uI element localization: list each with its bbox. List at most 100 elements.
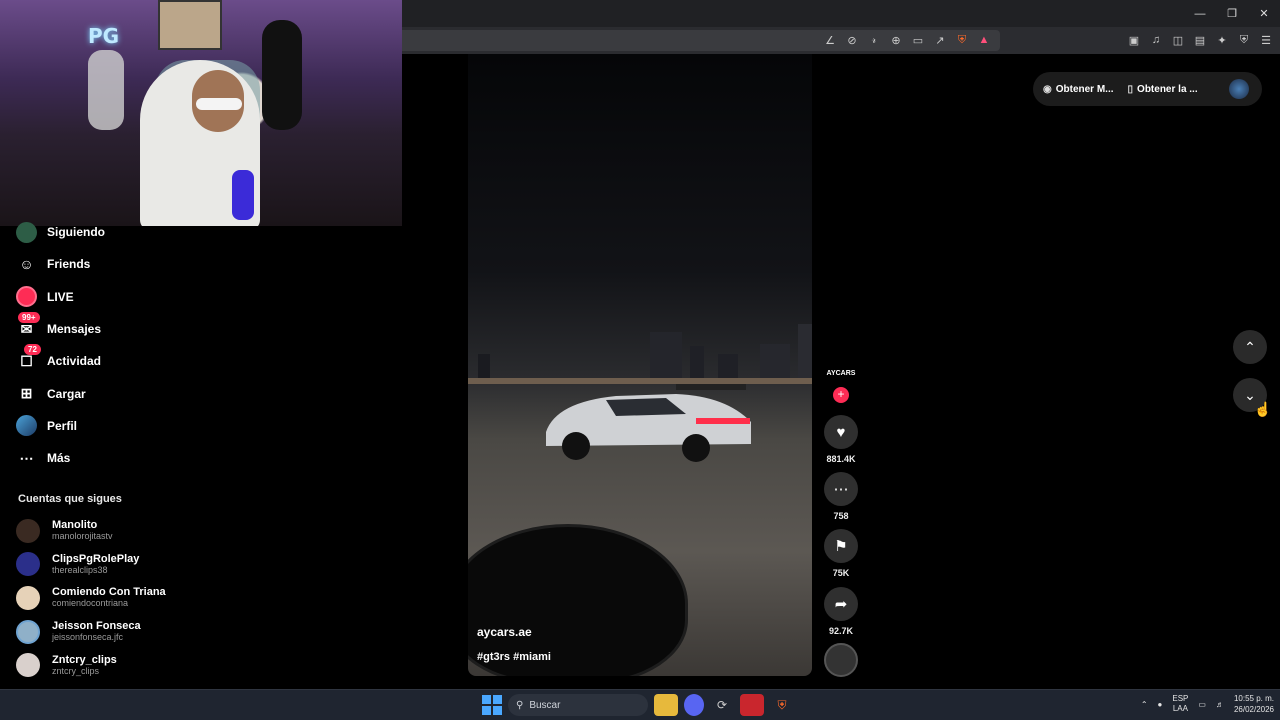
- city-skyline: [468, 324, 812, 384]
- top-actions-bar: ◉ Obtener M... ▯ Obtener la ...: [1033, 72, 1262, 106]
- list-item[interactable]: ClipsPgRolePlay therealclips38: [16, 548, 216, 582]
- date: 26/02/2026: [1233, 705, 1274, 714]
- sunglasses: [196, 98, 242, 110]
- action-rail: AYCARS +: [823, 370, 859, 403]
- nav-item-siguiendo[interactable]: Siguiendo: [16, 216, 186, 248]
- extension-icon-2[interactable]: ⊘: [844, 31, 860, 49]
- menu-icon[interactable]: ☰: [1258, 31, 1274, 49]
- vpn-icon[interactable]: ⛨: [1236, 31, 1252, 49]
- time: 10:55 p. m.: [1233, 694, 1274, 703]
- messages-badge: 99+: [18, 311, 40, 323]
- previous-video-button[interactable]: ⌃: [1233, 330, 1267, 364]
- account-name: Manolito: [52, 519, 98, 532]
- nav-label: Actividad: [47, 354, 102, 369]
- cast-icon[interactable]: ▭: [910, 31, 926, 49]
- file-explorer-icon[interactable]: [654, 694, 678, 716]
- get-app-button[interactable]: ▯ Obtener la ...: [1128, 84, 1198, 95]
- account-name: Comiendo Con Triana: [52, 586, 166, 599]
- activity-badge: 72: [24, 344, 41, 356]
- nav-label: Friends: [47, 257, 91, 272]
- user-avatar[interactable]: [1229, 79, 1249, 99]
- tab-search-icon[interactable]: ▣: [1126, 31, 1142, 49]
- account-name: ClipsPgRolePlay: [52, 552, 140, 565]
- restore-icon[interactable]: ❐: [1216, 0, 1248, 27]
- follow-plus-button[interactable]: +: [833, 387, 849, 403]
- save-count: 75K: [832, 568, 850, 578]
- brave-rewards-icon[interactable]: ▲: [976, 31, 992, 49]
- coin-icon: ◉: [1043, 83, 1052, 95]
- extension-icon-1[interactable]: ∠: [822, 31, 838, 49]
- nav-item-friends[interactable]: ☺ Friends: [16, 248, 186, 280]
- nav-item-actividad[interactable]: ☐ 72 Actividad: [16, 344, 186, 377]
- nav-item-cargar[interactable]: ⊞ Cargar: [16, 377, 186, 409]
- discord-icon[interactable]: [684, 694, 704, 716]
- media-icon[interactable]: ♫: [1148, 31, 1164, 49]
- hand-cursor-icon: ☝: [1254, 401, 1272, 417]
- app-icon-red[interactable]: [740, 694, 764, 716]
- sidebar-icon[interactable]: ◫: [1170, 31, 1186, 49]
- wallet-icon[interactable]: ▤: [1192, 31, 1208, 49]
- close-icon[interactable]: ✕: [1248, 0, 1280, 27]
- lang-code: ESP: [1172, 694, 1189, 703]
- bookmark-icon: ⚑: [824, 529, 858, 563]
- search-placeholder: Buscar: [529, 699, 561, 711]
- nav-label: Mensajes: [47, 322, 102, 337]
- brave-browser-icon[interactable]: ⛨: [770, 694, 794, 716]
- account-name: Jeisson Fonseca: [52, 620, 141, 633]
- nav-label: Perfil: [47, 418, 78, 433]
- nav-item-live[interactable]: LIVE: [16, 281, 186, 313]
- nav-item-mas[interactable]: ⋯ Más: [16, 442, 186, 474]
- minimize-icon[interactable]: —: [1184, 0, 1216, 27]
- chevron-up-tray-icon[interactable]: ⌃: [1141, 700, 1148, 709]
- clock[interactable]: 10:55 p. m. 26/02/2026: [1234, 693, 1274, 715]
- bunny-figure: [262, 20, 302, 130]
- translate-icon[interactable]: 𝓇: [866, 31, 882, 49]
- app-icon[interactable]: ⟳: [710, 694, 734, 716]
- volume-icon[interactable]: ♬: [1216, 700, 1224, 709]
- nav-label: Más: [47, 451, 71, 466]
- comment-icon: ⋯: [824, 472, 858, 506]
- following-icon: [16, 221, 37, 243]
- nav-item-perfil[interactable]: Perfil: [16, 410, 186, 442]
- list-item[interactable]: Comiendo Con Triana comiendocontriana: [16, 581, 216, 615]
- skeleton-figure: [88, 50, 124, 130]
- left-nav: Siguiendo ☺ Friends LIVE ✉ 99+ Mensajes …: [16, 216, 186, 474]
- taskbar-search[interactable]: ⚲ Buscar: [508, 694, 648, 716]
- account-handle: jeissonfonseca.jfc: [52, 632, 124, 643]
- friends-icon: ☺: [19, 256, 34, 273]
- get-coins-button[interactable]: ◉ Obtener M...: [1043, 84, 1114, 95]
- avatar: [16, 552, 40, 577]
- following-section-title: Cuentas que sigues: [18, 493, 122, 505]
- list-item[interactable]: Manolito manolorojitastv: [16, 514, 216, 548]
- language-indicator[interactable]: ESP LAA: [1172, 694, 1188, 714]
- profile-avatar: [16, 415, 37, 437]
- network-icon[interactable]: ▭: [1198, 700, 1206, 709]
- creator-avatar[interactable]: AYCARS: [825, 370, 857, 384]
- save-button[interactable]: ⚑ 75K: [823, 529, 859, 578]
- nav-item-mensajes[interactable]: ✉ 99+ Mensajes: [16, 311, 186, 345]
- comment-button[interactable]: ⋯ 758: [823, 472, 859, 521]
- avatar: [16, 518, 40, 543]
- list-item[interactable]: Jeisson Fonseca jeissonfonseca.jfc: [16, 615, 216, 649]
- mic-tray-icon[interactable]: ●: [1158, 700, 1163, 709]
- share-icon[interactable]: ↗: [932, 31, 948, 49]
- upload-icon: ⊞: [20, 385, 33, 402]
- like-button[interactable]: ♥ 881.4K: [823, 415, 859, 464]
- share-button[interactable]: ➦ 92.7K: [823, 587, 859, 636]
- zoom-icon[interactable]: ⊕: [888, 31, 904, 49]
- leo-ai-icon[interactable]: ✦: [1214, 31, 1230, 49]
- video-hashtags[interactable]: #gt3rs #miami: [477, 651, 551, 663]
- account-handle: comiendocontriana: [52, 598, 129, 609]
- system-tray: ⌃ ● ESP LAA ▭ ♬ 10:55 p. m. 26/02/2026: [1141, 693, 1274, 715]
- avatar: [16, 585, 40, 610]
- video-author[interactable]: aycars.ae: [477, 625, 532, 639]
- avatar: [16, 653, 40, 678]
- nav-label: Cargar: [47, 386, 86, 401]
- windows-start-icon[interactable]: [482, 695, 502, 715]
- brave-shield-icon[interactable]: ⛨: [954, 31, 970, 49]
- more-icon: ⋯: [19, 449, 34, 466]
- list-item[interactable]: Zntcry_clips zntcry_clips: [16, 648, 216, 682]
- music-disc-icon[interactable]: [824, 643, 858, 677]
- porsche-car: [546, 384, 751, 462]
- video-player[interactable]: [468, 54, 812, 676]
